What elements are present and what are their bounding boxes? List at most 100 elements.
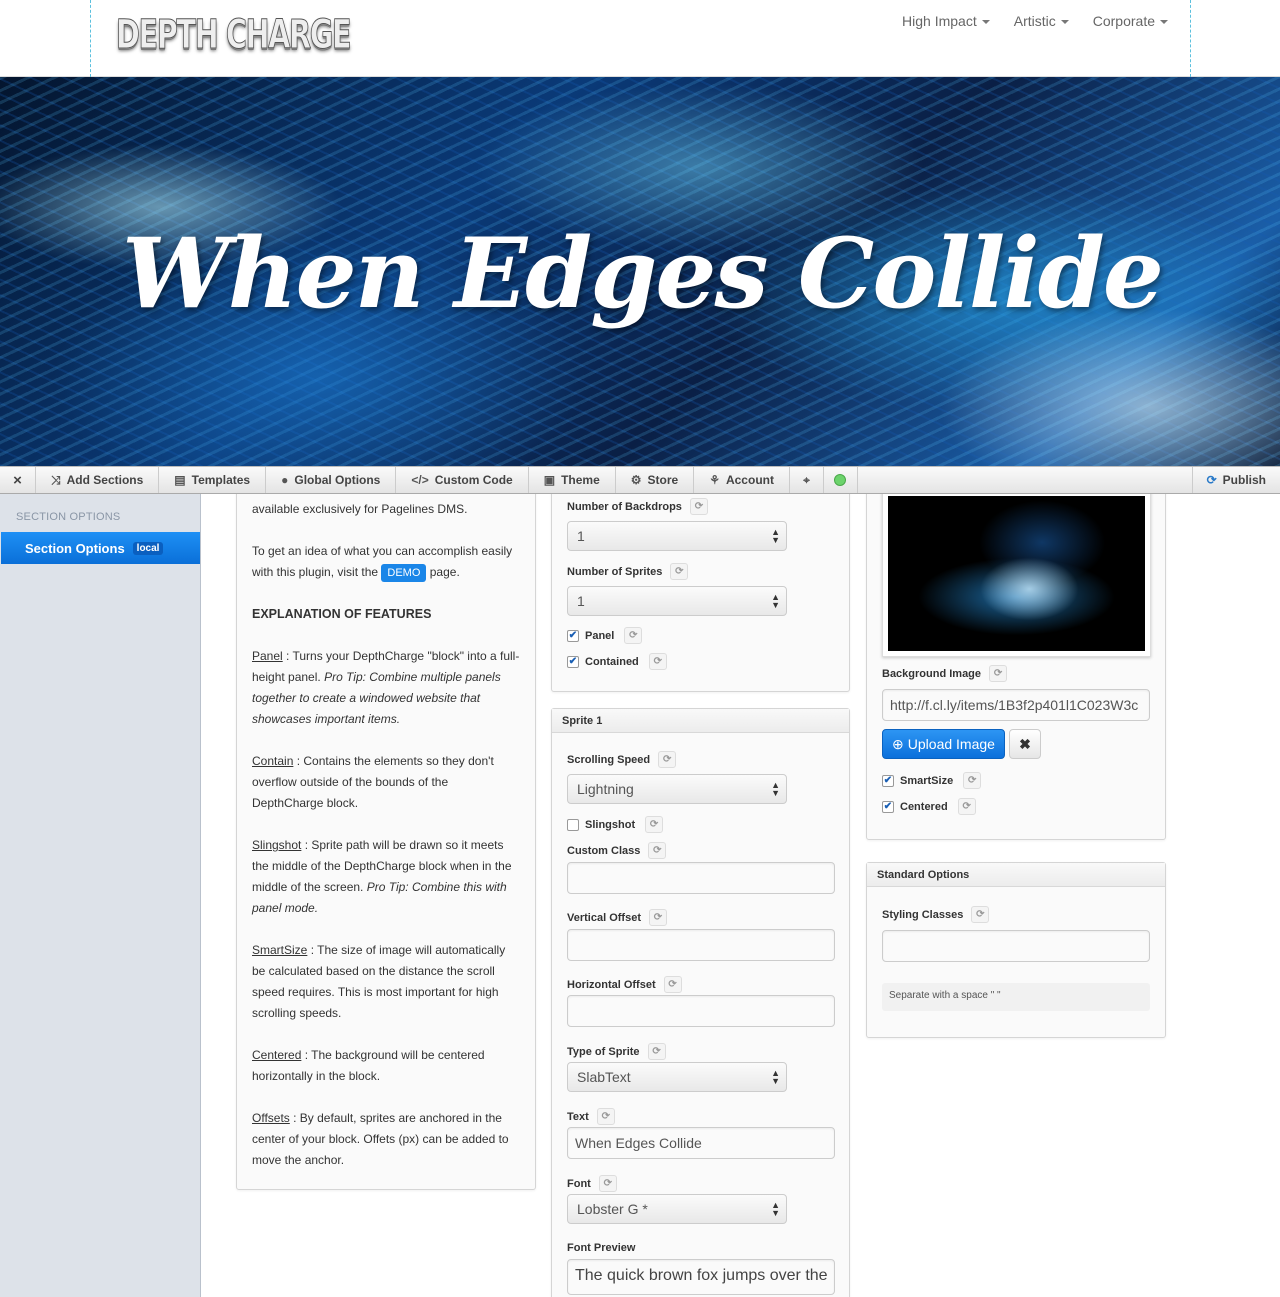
sprite-text-input[interactable]: When Edges Collide <box>567 1127 835 1159</box>
sidebar-item-section-options[interactable]: Section Options local <box>1 532 200 564</box>
label-text: Styling Classes <box>882 908 964 921</box>
select-value: 1 <box>577 593 585 609</box>
centered-checkbox-row[interactable]: ✔ Centered ⟳ <box>882 798 976 815</box>
feature-term: Panel <box>252 649 283 663</box>
feature-term: Contain <box>252 754 294 768</box>
remove-image-button[interactable]: ✖ <box>1009 729 1041 759</box>
nav-artistic[interactable]: Artistic <box>1014 13 1069 29</box>
site-header: DEPTH CHARGE High Impact Artistic Corpor… <box>0 0 1280 77</box>
reset-icon[interactable]: ⟳ <box>645 816 664 833</box>
sprite-panel: Sprite 1 Scrolling Speed ⟳ Lightning ▲ ▼ Sl… <box>551 708 850 1297</box>
target-button[interactable]: ⌖ <box>790 467 824 493</box>
reset-icon[interactable]: ⟳ <box>658 751 677 768</box>
nav-label: High Impact <box>902 13 977 29</box>
feature-offsets: Offsets : By default, sprites are anchor… <box>252 1108 520 1171</box>
bg-image-url-input[interactable]: http://f.cl.ly/items/1B3f2p401l1C023W3c <box>882 689 1150 721</box>
reset-icon[interactable]: ⟳ <box>689 498 708 515</box>
font-label: Font ⟳ <box>567 1175 617 1192</box>
font-select[interactable]: Lobster G * ▲ ▼ <box>567 1194 787 1224</box>
custom-class-input[interactable] <box>567 862 835 894</box>
reset-icon[interactable]: ⟳ <box>663 976 682 993</box>
reset-icon[interactable]: ⟳ <box>647 1043 666 1060</box>
num-sprites-label: Number of Sprites ⟳ <box>567 563 689 580</box>
nav-high-impact[interactable]: High Impact <box>902 13 990 29</box>
store-button[interactable]: ⚙ Store <box>616 467 695 493</box>
panel-checkbox-row[interactable]: ✔ Panel ⟳ <box>567 627 643 644</box>
account-button[interactable]: ⚘ Account <box>694 467 790 493</box>
contained-checkbox[interactable]: ✔ <box>567 655 579 668</box>
nav-label: Artistic <box>1013 13 1056 29</box>
layout-guide-right <box>1190 0 1191 77</box>
select-value: 1 <box>577 528 585 544</box>
reset-icon[interactable]: ⟳ <box>670 563 689 580</box>
global-options-label: Global Options <box>294 473 381 487</box>
upload-icon: ⊕ <box>892 735 904 752</box>
vertical-offset-input[interactable] <box>567 929 835 961</box>
reset-icon[interactable]: ⟳ <box>596 1108 615 1125</box>
reset-icon[interactable]: ⟳ <box>971 906 990 923</box>
reset-icon[interactable]: ⟳ <box>957 798 976 815</box>
slingshot-checkbox-row[interactable]: Slingshot ⟳ <box>567 816 664 833</box>
reset-icon[interactable]: ⟳ <box>963 772 982 789</box>
add-sections-label: Add Sections <box>66 473 144 487</box>
styling-classes-input[interactable] <box>882 930 1150 962</box>
custom-code-button[interactable]: </> Custom Code <box>396 467 529 493</box>
slingshot-checkbox[interactable] <box>567 818 579 831</box>
label-text: Font Preview <box>567 1242 636 1254</box>
sidebar-heading: SECTION OPTIONS <box>16 511 121 523</box>
reset-icon[interactable]: ⟳ <box>648 909 667 926</box>
background-image-preview[interactable] <box>882 494 1151 657</box>
store-label: Store <box>647 473 679 487</box>
custom-code-label: Custom Code <box>434 473 513 487</box>
layout-guide-left <box>90 0 91 77</box>
num-backdrops-select[interactable]: 1 ▲ ▼ <box>567 521 787 551</box>
contained-checkbox-row[interactable]: ✔ Contained ⟳ <box>567 653 667 670</box>
select-value: Lobster G * <box>577 1201 648 1217</box>
add-sections-button[interactable]: ⤨ Add Sections <box>36 467 160 493</box>
horizontal-offset-input[interactable] <box>567 995 835 1027</box>
reset-icon[interactable]: ⟳ <box>648 842 667 859</box>
feature-term: Slingshot <box>252 838 302 852</box>
background-panel: Background Image ⟳ http://f.cl.ly/items/1… <box>866 494 1166 840</box>
checkbox-label: Centered <box>900 800 948 813</box>
upload-image-button[interactable]: ⊕ Upload Image <box>882 729 1005 759</box>
styling-classes-label: Styling Classes ⟳ <box>882 906 990 923</box>
theme-button[interactable]: ▣ Theme <box>529 467 616 493</box>
checkbox-label: Panel <box>585 629 615 642</box>
plugin-description: available exclusively for Pagelines DMS.… <box>236 494 536 1190</box>
publish-button[interactable]: ⟳ Publish <box>1191 467 1280 493</box>
reset-icon[interactable]: ⟳ <box>648 653 667 670</box>
code-icon: </> <box>411 473 429 487</box>
styling-classes-help: Separate with a space " " <box>882 983 1150 1011</box>
checkbox-label: SmartSize <box>900 774 954 787</box>
nav-corporate[interactable]: Corporate <box>1093 13 1168 29</box>
account-label: Account <box>725 473 774 487</box>
smartsize-checkbox[interactable]: ✔ <box>882 774 894 787</box>
centered-checkbox[interactable]: ✔ <box>882 800 894 813</box>
scroll-speed-select[interactable]: Lightning ▲ ▼ <box>567 774 787 804</box>
reset-icon[interactable]: ⟳ <box>598 1175 617 1192</box>
templates-button[interactable]: ▤ Templates <box>159 467 267 493</box>
panel-checkbox[interactable]: ✔ <box>567 629 579 642</box>
select-value: Lightning <box>577 781 634 797</box>
reset-icon[interactable]: ⟳ <box>624 627 643 644</box>
label-text: Number of Backdrops <box>567 500 682 513</box>
caret-down-icon <box>981 20 990 25</box>
global-options-button[interactable]: ● Global Options <box>266 467 397 493</box>
standard-options-header[interactable]: Standard Options <box>867 863 1165 887</box>
smartsize-checkbox-row[interactable]: ✔ SmartSize ⟳ <box>882 772 982 789</box>
feature-centered: Centered : The background will be center… <box>252 1045 520 1087</box>
sprite-type-select[interactable]: SlabText ▲ ▼ <box>567 1062 787 1092</box>
select-value: SlabText <box>577 1069 631 1085</box>
feature-text: : By default, sprites are anchored in th… <box>252 1111 509 1167</box>
feature-term: SmartSize <box>252 943 308 957</box>
demo-button[interactable]: DEMO <box>381 564 427 582</box>
label-text: Background Image <box>882 667 982 680</box>
select-arrows-icon: ▲ ▼ <box>771 592 780 610</box>
sprite-panel-header[interactable]: Sprite 1 <box>552 709 849 733</box>
reset-icon[interactable]: ⟳ <box>989 665 1008 682</box>
site-logo[interactable]: DEPTH CHARGE <box>116 12 352 59</box>
close-toolbar-button[interactable]: × <box>0 467 36 493</box>
shuffle-icon: ⤨ <box>51 472 61 487</box>
num-sprites-select[interactable]: 1 ▲ ▼ <box>567 586 787 616</box>
